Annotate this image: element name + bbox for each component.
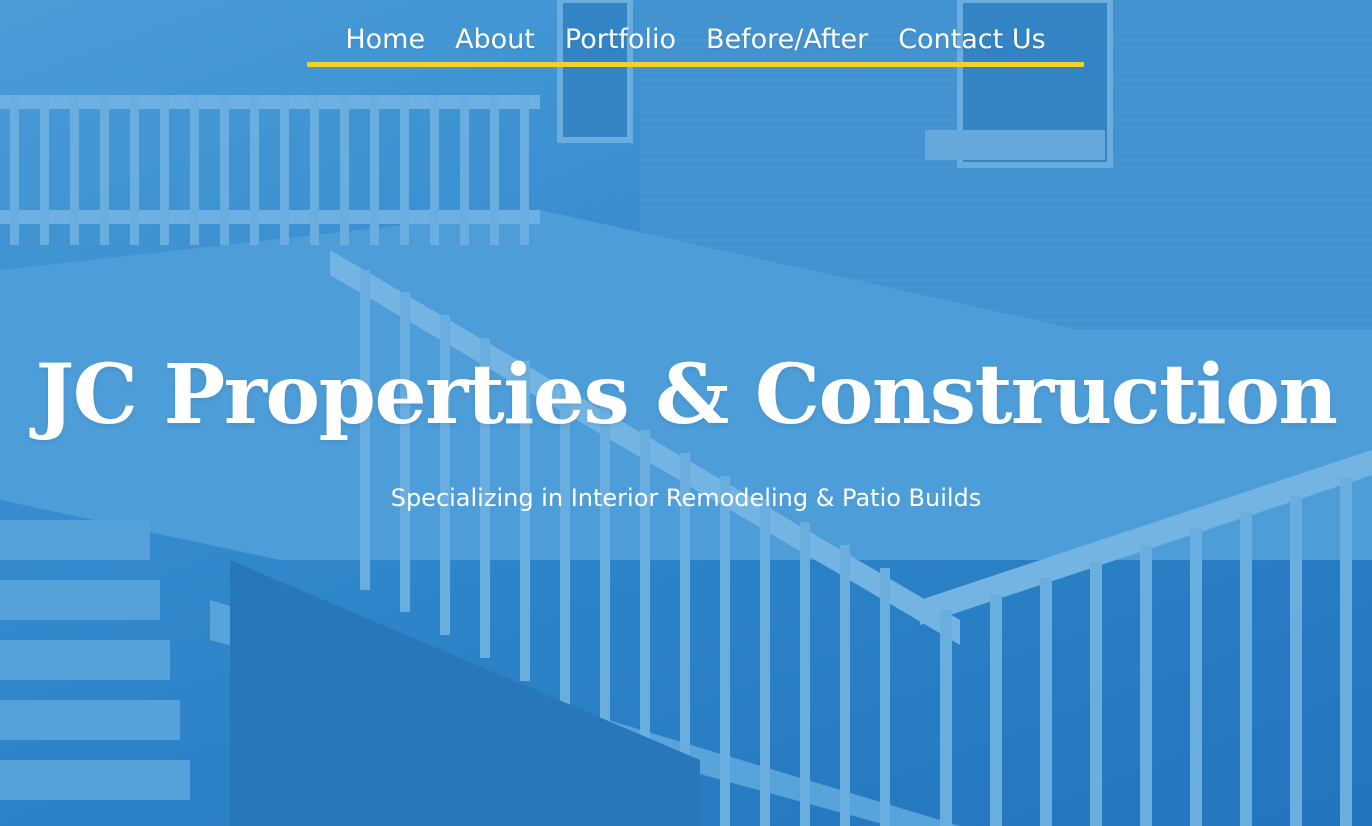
hero-subtitle: Specializing in Interior Remodeling & Pa… <box>390 484 982 512</box>
main-nav: Home About Portfolio Before/After Contac… <box>307 18 1084 68</box>
nav-link-contact-us[interactable]: Contact Us <box>898 18 1045 62</box>
nav-link-home[interactable]: Home <box>345 18 425 62</box>
nav-link-about[interactable]: About <box>455 18 535 62</box>
nav-list: Home About Portfolio Before/After Contac… <box>307 18 1084 62</box>
hero-title: JC Properties & Construction <box>35 347 1338 443</box>
nav-link-portfolio[interactable]: Portfolio <box>565 18 676 62</box>
nav-link-before-after[interactable]: Before/After <box>706 18 868 62</box>
hero-section: Home About Portfolio Before/After Contac… <box>0 0 1372 826</box>
nav-underline <box>307 62 1084 67</box>
